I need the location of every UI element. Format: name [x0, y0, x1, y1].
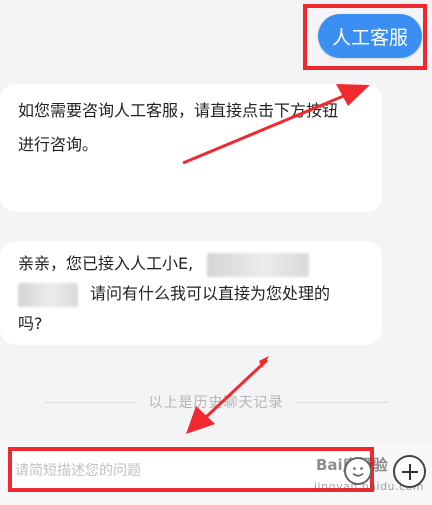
message-line: 亲亲，您已接入人工小E,: [18, 249, 366, 279]
message-text: 进行咨询。: [18, 135, 99, 154]
message-text: 亲亲，您已接入人工小E,: [18, 254, 194, 273]
annotation-arrow-tail: [259, 356, 269, 368]
redacted-text: [18, 282, 78, 307]
plus-icon[interactable]: [393, 455, 426, 488]
message-input[interactable]: [15, 454, 345, 487]
emoji-icon[interactable]: [344, 457, 372, 485]
divider-line: [295, 401, 388, 403]
divider-line: [44, 401, 137, 403]
message-text: 请问有什么我可以直接为您处理的: [90, 284, 331, 303]
redacted-name: [207, 252, 310, 277]
message-text: 吗?: [18, 314, 43, 333]
history-label: 以上是历史聊天记录: [148, 395, 284, 411]
chat-bubble: 如您需要咨询人工客服，请直接点击下方按钮 进行咨询。: [0, 84, 382, 212]
customer-service-button[interactable]: 人工客服: [318, 14, 422, 58]
message-line: 请问有什么我可以直接为您处理的: [18, 279, 366, 309]
chat-bubble: 亲亲，您已接入人工小E, 请问有什么我可以直接为您处理的 吗?: [0, 241, 382, 345]
history-divider: 以上是历史聊天记录: [0, 390, 432, 414]
message-text: 如您需要咨询人工客服，请直接点击下方按钮: [18, 101, 339, 120]
